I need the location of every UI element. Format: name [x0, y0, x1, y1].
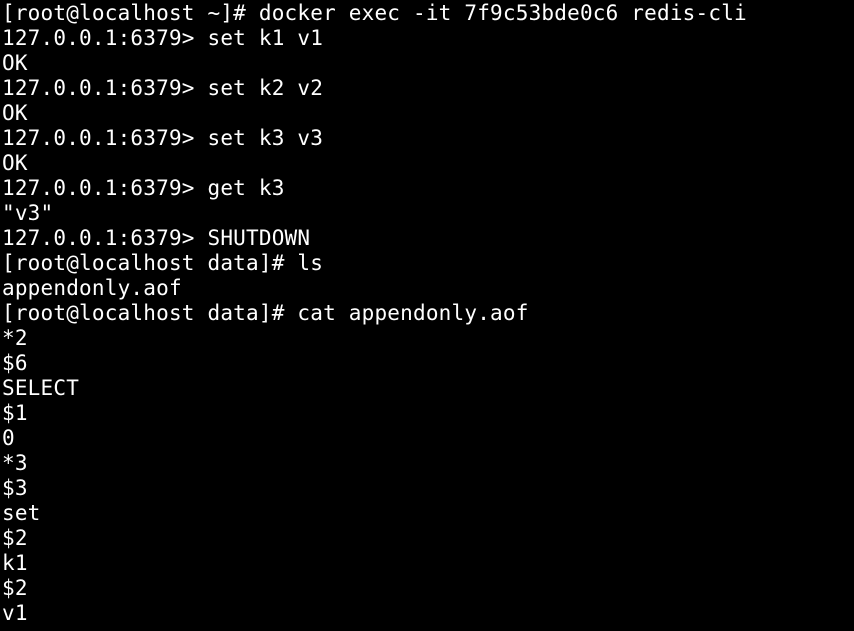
terminal-line-output-ok: OK — [2, 51, 28, 75]
terminal-line-redis-set-k1: 127.0.0.1:6379> set k1 v1 — [2, 26, 324, 50]
aof-line: *3 — [2, 451, 28, 475]
terminal-line-output-filename: appendonly.aof — [2, 276, 182, 300]
terminal-line-redis-shutdown: 127.0.0.1:6379> SHUTDOWN — [2, 226, 311, 250]
aof-line: *2 — [2, 326, 28, 350]
aof-line: $2 — [2, 526, 28, 550]
aof-line: $3 — [2, 476, 28, 500]
terminal-line-command-ls: [root@localhost data]# ls — [2, 251, 324, 275]
aof-line: $2 — [2, 576, 28, 600]
aof-line: k1 — [2, 551, 28, 575]
terminal-line-command-cat: [root@localhost data]# cat appendonly.ao… — [2, 301, 529, 325]
terminal-line-output-ok: OK — [2, 151, 28, 175]
terminal-line-output-value: "v3" — [2, 201, 54, 225]
aof-line: 0 — [2, 426, 15, 450]
terminal-line-redis-set-k2: 127.0.0.1:6379> set k2 v2 — [2, 76, 324, 100]
aof-line: $6 — [2, 351, 28, 375]
terminal-line-output-ok: OK — [2, 101, 28, 125]
aof-line: v1 — [2, 601, 28, 625]
aof-line: set — [2, 501, 41, 525]
aof-line: SELECT — [2, 376, 80, 400]
terminal-line-command-docker-exec: [root@localhost ~]# docker exec -it 7f9c… — [2, 1, 747, 25]
terminal-line-redis-set-k3: 127.0.0.1:6379> set k3 v3 — [2, 126, 324, 150]
terminal-window[interactable]: [root@localhost ~]# docker exec -it 7f9c… — [0, 0, 854, 631]
aof-line: $1 — [2, 401, 28, 425]
terminal-line-redis-get-k3: 127.0.0.1:6379> get k3 — [2, 176, 285, 200]
